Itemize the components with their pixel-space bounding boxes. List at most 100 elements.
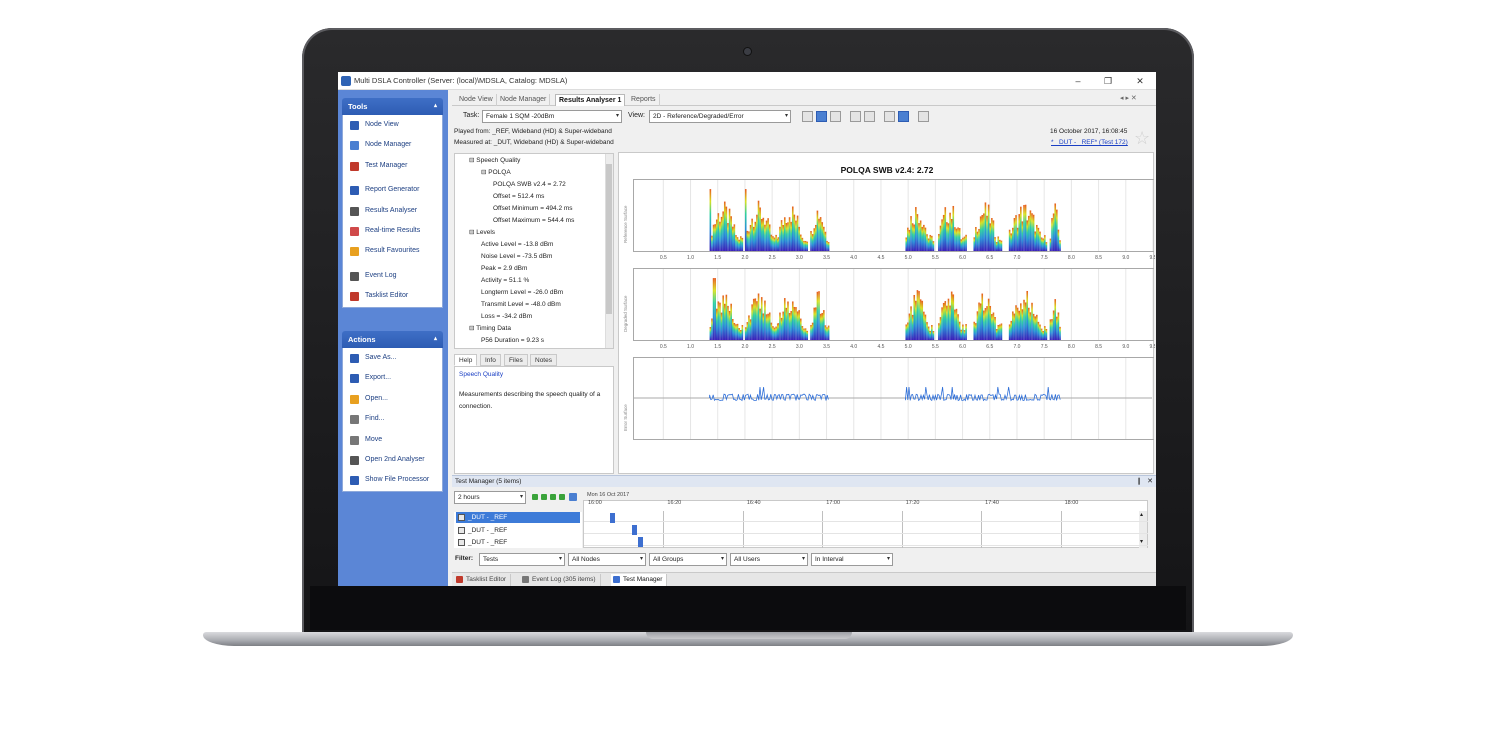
nav-item-icon	[350, 292, 359, 302]
favourite-star-icon[interactable]: ☆	[1134, 128, 1150, 149]
close-icon[interactable]: ✕	[1147, 476, 1153, 487]
tree-node[interactable]: ⊟ Speech Quality	[469, 155, 520, 167]
chevron-down-icon: ▾	[639, 556, 643, 562]
timeline-tick-label: 16:40	[746, 500, 761, 506]
tree-node[interactable]: Offset = 512.4 ms	[493, 191, 544, 203]
nav-item-results-analyser[interactable]: Results Analyser	[343, 201, 442, 221]
tools-group-header[interactable]: Tools ▴	[342, 98, 443, 115]
spectrum-bar	[915, 207, 917, 251]
tab-test-manager[interactable]: Test Manager	[611, 574, 668, 586]
tree-node[interactable]: Longterm Level = -26.0 dBm	[481, 287, 563, 299]
nav-item-tasklist-editor[interactable]: Tasklist Editor	[343, 286, 442, 306]
tab-files[interactable]: Files	[504, 354, 528, 366]
test-link[interactable]: * _DUT - _REF* (Test 172)	[1051, 139, 1128, 146]
panel-axis-label: Reference Surface	[623, 205, 628, 243]
spectrum-bar	[824, 231, 827, 251]
tree-node[interactable]: Active Level = -13.8 dBm	[481, 239, 553, 251]
view-select[interactable]: 2D - Reference/Degraded/Error ▾	[649, 110, 791, 123]
nav-item-find[interactable]: Find...	[343, 409, 442, 429]
nav-item-event-log[interactable]: Event Log	[343, 266, 442, 286]
nav-item-node-manager[interactable]: Node Manager	[343, 135, 442, 155]
nav-item-test-manager[interactable]: Test Manager	[343, 156, 442, 176]
list-item[interactable]: _DUT - _REF	[456, 512, 580, 523]
tab-notes[interactable]: Notes	[530, 354, 557, 366]
tree-node[interactable]: POLQA SWB v2.4 = 2.72	[493, 179, 566, 191]
close-button[interactable]: ✕	[1130, 74, 1150, 88]
last-icon[interactable]	[559, 494, 565, 500]
toolbar-button-1[interactable]	[802, 111, 813, 122]
filter-nodes-select[interactable]: All Nodes ▾	[568, 553, 646, 566]
nav-item-real-time-results[interactable]: Real-time Results	[343, 221, 442, 241]
nav-item-open[interactable]: Open...	[343, 389, 442, 409]
timeline-row[interactable]	[584, 511, 1148, 522]
nav-item-show-file-processor[interactable]: Show File Processor	[343, 470, 442, 490]
toolbar-button-8[interactable]	[918, 111, 929, 122]
timeline-row[interactable]	[584, 535, 1148, 546]
tree-node[interactable]: Peak = 2.9 dBm	[481, 263, 527, 275]
nav-item-move[interactable]: Move	[343, 430, 442, 450]
collapse-icon[interactable]: ▴	[434, 98, 437, 115]
toolbar-button-7[interactable]	[898, 111, 909, 122]
collapse-icon[interactable]: ▴	[434, 331, 437, 348]
timeline-row[interactable]	[584, 523, 1148, 534]
minimize-button[interactable]: –	[1068, 74, 1088, 88]
actions-group-header[interactable]: Actions ▴	[342, 331, 443, 348]
tab-event-log[interactable]: Event Log (305 items)	[520, 574, 601, 586]
test-marker[interactable]	[632, 525, 637, 535]
tree-node[interactable]: ⊟ Timing Data	[469, 323, 511, 335]
time-range-select[interactable]: 2 hours ▾	[454, 491, 526, 504]
filter-users-select[interactable]: All Users ▾	[730, 553, 808, 566]
tree-node[interactable]: Noise Level = -73.5 dBm	[481, 251, 552, 263]
tab-reports[interactable]: Reports	[628, 94, 660, 106]
tree-node[interactable]: Loss = -34.2 dBm	[481, 311, 532, 323]
calendar-icon[interactable]	[569, 493, 577, 501]
nav-item-result-favourites[interactable]: Result Favourites	[343, 241, 442, 261]
tab-scroll-controls[interactable]: ◂ ▸ ✕	[1120, 94, 1137, 102]
spectrum-bar	[1039, 231, 1041, 251]
spectrum-bar	[987, 298, 990, 340]
tree-node[interactable]: P56 Duration = 9.23 s	[481, 335, 544, 347]
pin-icon[interactable]: ❙	[1136, 476, 1142, 487]
test-marker[interactable]	[610, 513, 615, 523]
tree-node[interactable]: Activity = 51.1 %	[481, 275, 529, 287]
tab-tasklist-editor[interactable]: Tasklist Editor	[454, 574, 512, 586]
maximize-button[interactable]: ❐	[1098, 74, 1118, 88]
tree-node[interactable]: Offset Maximum = 544.4 ms	[493, 215, 574, 227]
tab-node-manager[interactable]: Node Manager	[497, 94, 551, 106]
tab-node-view[interactable]: Node View	[456, 94, 497, 106]
filter-interval-select[interactable]: In Interval ▾	[811, 553, 893, 566]
time-range-value: 2 hours	[458, 494, 480, 501]
spectrum-bar	[1010, 320, 1013, 340]
nav-item-report-generator[interactable]: Report Generator	[343, 180, 442, 200]
toolbar-button-6[interactable]	[884, 111, 895, 122]
test-marker[interactable]	[638, 537, 643, 547]
tree-node[interactable]: ⊟ Levels	[469, 227, 495, 239]
filter-type-select[interactable]: Tests ▾	[479, 553, 565, 566]
tab-results-analyser-1[interactable]: Results Analyser 1	[555, 94, 626, 106]
results-tree: ⊟ Speech Quality ⊟ POLQA POLQA SWB v2.4 = …	[454, 153, 614, 349]
tree-node[interactable]: ⊟ POLQA	[481, 167, 511, 179]
next-icon[interactable]	[550, 494, 556, 500]
spectrum-bar	[927, 326, 930, 340]
task-select[interactable]: Female 1 SQM -20dBm ▾	[482, 110, 622, 123]
nav-item-open-2nd-analyser[interactable]: Open 2nd Analyser	[343, 450, 442, 470]
list-item[interactable]: _DUT - _REF	[456, 537, 580, 548]
nav-item-node-view[interactable]: Node View	[343, 115, 442, 135]
nav-item-save-as[interactable]: Save As...	[343, 348, 442, 368]
first-icon[interactable]	[532, 494, 538, 500]
previous-icon[interactable]	[541, 494, 547, 500]
spectrum-bar	[1008, 324, 1011, 340]
list-item[interactable]: _DUT - _REF	[456, 525, 580, 536]
toolbar-button-2[interactable]	[816, 111, 827, 122]
nav-item-export[interactable]: Export...	[343, 368, 442, 388]
toolbar-button-5[interactable]	[864, 111, 875, 122]
filter-groups-select[interactable]: All Groups ▾	[649, 553, 727, 566]
tab-info[interactable]: Info	[480, 354, 501, 366]
tree-scroll-thumb[interactable]	[606, 164, 612, 314]
toolbar-button-3[interactable]	[830, 111, 841, 122]
tab-help[interactable]: Help	[454, 354, 478, 366]
toolbar-button-4[interactable]	[850, 111, 861, 122]
tree-scrollbar[interactable]	[605, 154, 613, 348]
tree-node[interactable]: Transmit Level = -48.0 dBm	[481, 299, 561, 311]
tree-node[interactable]: Offset Minimum = 494.2 ms	[493, 203, 573, 215]
